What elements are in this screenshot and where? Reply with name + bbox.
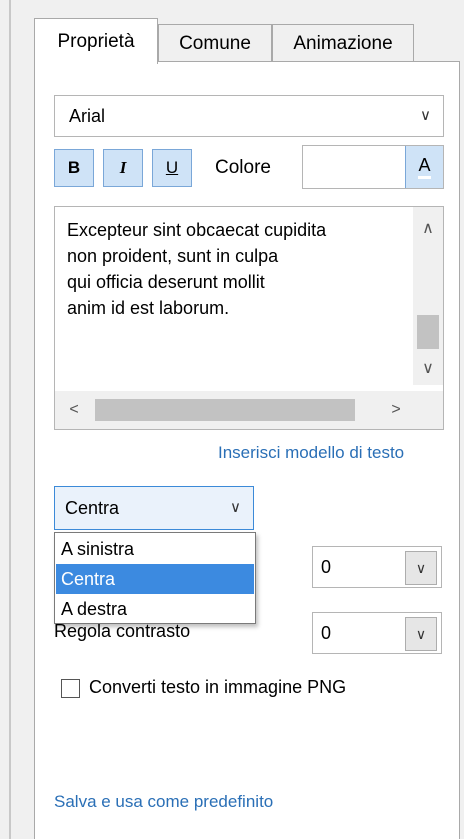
tab-animazione[interactable]: Animazione [272,24,414,62]
alignment-select[interactable]: Centra ∨ [54,486,254,530]
alignment-value: Centra [65,497,120,518]
font-color-icon: A [418,155,431,179]
tab-label: Proprietà [57,30,135,52]
contrast-value: 0 [321,622,332,643]
tab-comune[interactable]: Comune [158,24,272,62]
option-a-sinistra[interactable]: A sinistra [56,534,254,564]
tab-label: Comune [179,32,251,54]
window-left-edge [9,0,11,839]
tab-label: Animazione [293,32,393,54]
png-checkbox[interactable] [61,679,80,698]
bold-label: B [67,158,81,177]
bold-button[interactable]: B [54,149,94,187]
option-a-destra[interactable]: A destra [56,594,254,624]
color-label: Colore [215,157,271,178]
option-centra[interactable]: Centra [56,564,254,594]
spinner-value: 0 [321,556,332,577]
scrollbar-corner [413,391,443,429]
png-checkbox-label[interactable]: Converti testo in immagine PNG [89,677,346,698]
horizontal-scroll-thumb[interactable] [95,399,355,421]
underline-button[interactable]: U [152,149,192,187]
tab-proprieta[interactable]: Proprietà [34,18,158,64]
italic-button[interactable]: I [103,149,143,187]
contrast-spinner[interactable]: 0 ∨ [312,612,442,654]
vertical-scroll-thumb[interactable] [417,315,439,349]
scroll-right-icon[interactable]: > [383,395,409,425]
insert-template-link[interactable]: Inserisci modello di testo [218,443,404,463]
text-content: Excepteur sint obcaecat cupidita non pro… [67,220,327,318]
save-default-link[interactable]: Salva e usa come predefinito [54,792,273,812]
font-family-select[interactable]: Arial ∨ [54,95,444,137]
chevron-down-icon: ∨ [230,499,241,517]
horizontal-scrollbar[interactable]: < > [55,391,415,429]
underline-label: U [165,158,179,177]
italic-label: I [119,158,127,177]
scroll-left-icon[interactable]: < [61,395,87,425]
font-family-value: Arial [69,105,106,126]
scroll-up-icon[interactable]: ∧ [413,213,443,243]
chevron-down-icon[interactable]: ∨ [405,617,437,651]
chevron-down-icon[interactable]: ∨ [405,551,437,585]
text-content-area[interactable]: Excepteur sint obcaecat cupidita non pro… [54,206,444,430]
font-color-button[interactable]: A [405,146,443,188]
alignment-dropdown-list: A sinistra Centra A destra [54,532,256,624]
value-spinner[interactable]: 0 ∨ [312,546,442,588]
vertical-scrollbar[interactable]: ∧ ∨ [413,207,443,385]
color-picker[interactable]: A [302,145,444,189]
scroll-down-icon[interactable]: ∨ [413,353,443,383]
contrast-label: Regola contrasto [54,621,191,641]
chevron-down-icon: ∨ [420,107,431,125]
